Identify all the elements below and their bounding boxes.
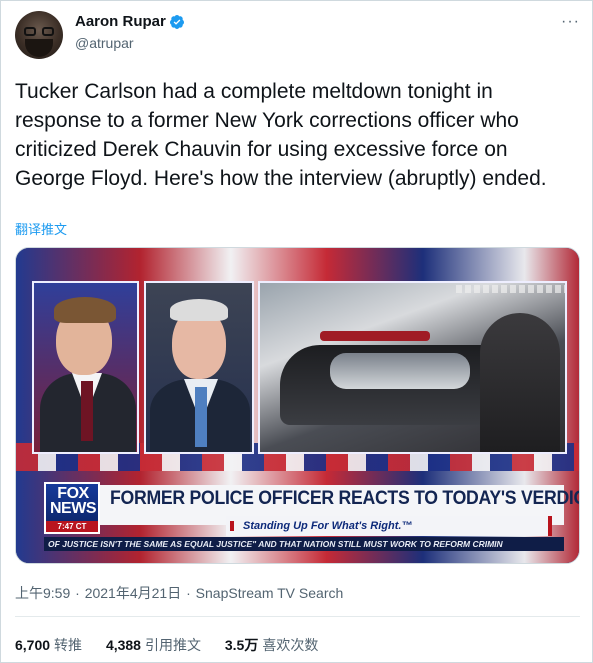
translate-tweet-link[interactable]: 翻译推文 — [15, 219, 67, 238]
more-options-icon[interactable]: ··· — [561, 13, 580, 31]
avatar-glasses — [24, 27, 54, 36]
tweet-source[interactable]: SnapStream TV Search — [196, 585, 344, 601]
avatar-beard — [25, 39, 53, 57]
tweet-stats: 6,700 转推 4,388 引用推文 3.5万 喜欢次数 — [15, 635, 338, 655]
tweet-date[interactable]: 2021年4月21日 — [85, 585, 182, 601]
chyron-headline: FORMER POLICE OFFICER REACTS TO TODAY'S … — [110, 488, 580, 509]
retweets-stat[interactable]: 6,700 转推 — [15, 637, 82, 653]
avatar[interactable] — [15, 11, 63, 59]
tweet-text: Tucker Carlson had a complete meltdown t… — [15, 80, 547, 190]
chyron-subheadline: Standing Up For What's Right.™ — [226, 516, 548, 536]
author-name[interactable]: Aaron Rupar — [75, 13, 166, 30]
tweet-meta: 上午9:59 · 2021年4月21日 · SnapStream TV Sear… — [15, 585, 344, 601]
verified-badge-icon — [170, 15, 184, 29]
tweet-card: Aaron Rupar @atrupar ··· Tucker Carlson … — [0, 0, 593, 663]
officer-figure — [480, 313, 560, 452]
video-thumbnail[interactable]: FOX NEWS 7:47 CT FORMER POLICE OFFICER R… — [15, 247, 580, 564]
broadcast-time: 7:47 CT — [46, 521, 98, 532]
fox-news-logo: FOX NEWS 7:47 CT — [44, 482, 100, 534]
likes-stat[interactable]: 3.5万 喜欢次数 — [225, 637, 318, 653]
tweet-time[interactable]: 上午9:59 — [15, 585, 70, 601]
author-handle[interactable]: @atrupar — [75, 35, 134, 51]
news-ticker: OF JUSTICE ISN'T THE SAME AS EQUAL JUSTI… — [44, 537, 564, 551]
host-video-box — [32, 281, 139, 454]
guest-video-box — [144, 281, 254, 454]
timestamp-overlay — [456, 285, 565, 293]
bodycam-video-box — [258, 281, 567, 454]
quote-tweets-stat[interactable]: 4,388 引用推文 — [106, 637, 201, 653]
divider — [15, 616, 580, 617]
